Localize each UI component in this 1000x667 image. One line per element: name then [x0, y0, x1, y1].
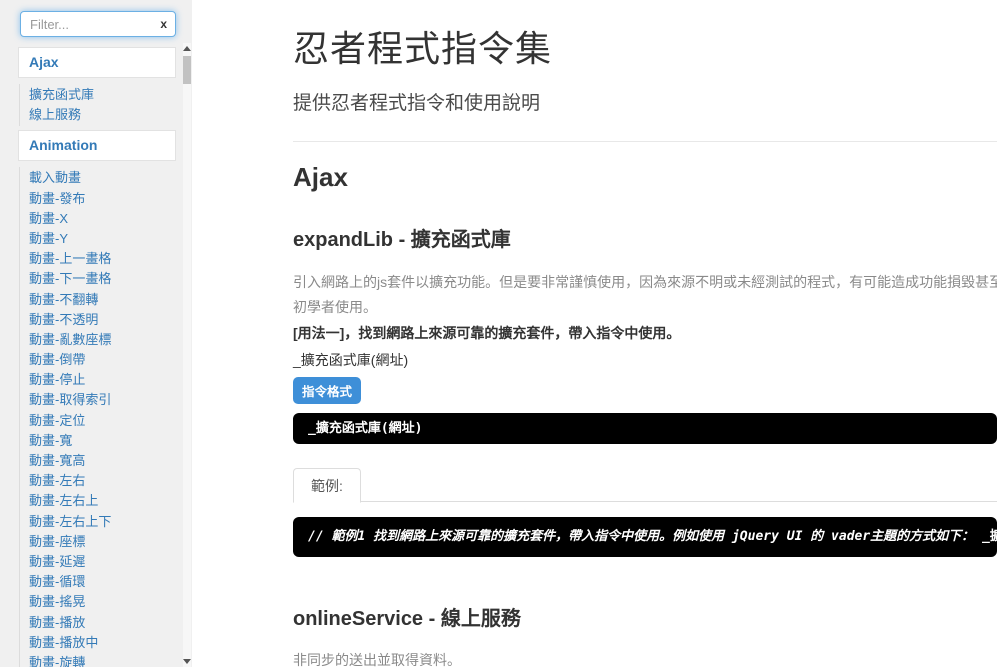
- list-item: 動畫-停止: [20, 370, 182, 390]
- sidebar-link[interactable]: 動畫-寬高: [20, 451, 182, 471]
- sidebar-link[interactable]: 動畫-取得索引: [20, 390, 182, 410]
- sidebar-group-header-animation[interactable]: Animation: [18, 130, 176, 161]
- list-item: 動畫-座標: [20, 532, 182, 552]
- sidebar-link[interactable]: 動畫-播放: [20, 613, 182, 633]
- description-line: 引入網路上的js套件以擴充功能。但是要非常謹慎使用，因為來源不明或未經測試的程式…: [293, 270, 997, 295]
- code-call-prefix: _擴充函式庫(: [982, 529, 997, 544]
- list-item: 動畫-搖晃: [20, 592, 182, 612]
- list-item: 動畫-延遲: [20, 552, 182, 572]
- sidebar-link[interactable]: 動畫-發布: [20, 189, 182, 209]
- expandlib-syntax-text: _擴充函式庫(網址): [293, 351, 997, 369]
- sidebar-group-animation-items: 載入動畫 動畫-發布 動畫-X 動畫-Y 動畫-上一畫格: [19, 167, 182, 667]
- sidebar-link[interactable]: 線上服務: [20, 105, 182, 125]
- sidebar-scrollbar[interactable]: [183, 43, 191, 667]
- sidebar-link[interactable]: 動畫-倒帶: [20, 350, 182, 370]
- sidebar: x Ajax 擴充函式庫 線上服務 Animation 載入動畫: [0, 0, 192, 667]
- list-item: 動畫-播放中: [20, 633, 182, 653]
- sidebar-link[interactable]: 動畫-延遲: [20, 552, 182, 572]
- expandlib-usage-note: [用法一]，找到網路上來源可靠的擴充套件，帶入指令中使用。: [293, 324, 997, 342]
- list-item: 動畫-取得索引: [20, 390, 182, 410]
- tab-example[interactable]: 範例:: [293, 468, 361, 503]
- list-item: 動畫-上一畫格: [20, 249, 182, 269]
- syntax-code-block: _擴充函式庫(網址): [293, 413, 997, 444]
- scroll-up-icon[interactable]: [183, 46, 191, 51]
- list-item: 動畫-寬高: [20, 451, 182, 471]
- list-item: 動畫-發布: [20, 189, 182, 209]
- sidebar-link[interactable]: 動畫-不透明: [20, 310, 182, 330]
- scrollbar-thumb[interactable]: [183, 56, 191, 84]
- list-item: 動畫-倒帶: [20, 350, 182, 370]
- sidebar-link[interactable]: 動畫-搖晃: [20, 592, 182, 612]
- sidebar-link[interactable]: 動畫-不翻轉: [20, 290, 182, 310]
- sidebar-link[interactable]: 動畫-寬: [20, 431, 182, 451]
- sidebar-link[interactable]: 擴充函式庫: [20, 85, 182, 105]
- sidebar-link[interactable]: 動畫-Y: [20, 229, 182, 249]
- list-item: 動畫-左右上下: [20, 512, 182, 532]
- expandlib-description: 引入網路上的js套件以擴充功能。但是要非常謹慎使用，因為來源不明或未經測試的程式…: [293, 270, 997, 320]
- section-heading-onlineservice: onlineService - 線上服務: [293, 602, 997, 631]
- section-heading-ajax: Ajax: [293, 162, 997, 193]
- list-item: 動畫-Y: [20, 229, 182, 249]
- sidebar-link[interactable]: 動畫-X: [20, 209, 182, 229]
- list-item: 動畫-定位: [20, 411, 182, 431]
- sidebar-link[interactable]: 動畫-播放中: [20, 633, 182, 653]
- description-line: 初學者使用。: [293, 295, 997, 320]
- main-content: 忍者程式指令集 提供忍者程式指令和使用說明 Ajax expandLib - 擴…: [192, 0, 1000, 667]
- page-title: 忍者程式指令集: [293, 20, 997, 72]
- filter-clear-button[interactable]: x: [160, 16, 167, 32]
- sidebar-link[interactable]: 動畫-停止: [20, 370, 182, 390]
- list-item: 擴充函式庫: [20, 85, 182, 105]
- sidebar-group-header-ajax[interactable]: Ajax: [18, 47, 176, 78]
- list-item: 動畫-不翻轉: [20, 290, 182, 310]
- list-item: 動畫-寬: [20, 431, 182, 451]
- command-format-badge[interactable]: 指令格式: [293, 377, 361, 404]
- sidebar-link[interactable]: 動畫-下一畫格: [20, 269, 182, 289]
- list-item: 動畫-下一畫格: [20, 269, 182, 289]
- scroll-down-icon[interactable]: [183, 659, 191, 664]
- filter-wrap: x: [20, 11, 176, 37]
- sidebar-link[interactable]: 動畫-左右上下: [20, 512, 182, 532]
- sidebar-link[interactable]: 載入動畫: [20, 168, 182, 188]
- filter-input[interactable]: [20, 11, 176, 37]
- sidebar-nav-list: Ajax 擴充函式庫 線上服務 Animation 載入動畫 動畫-發布: [0, 43, 182, 667]
- list-item: 動畫-播放: [20, 613, 182, 633]
- list-item: 動畫-X: [20, 209, 182, 229]
- section-heading-expandlib: expandLib - 擴充函式庫: [293, 223, 997, 252]
- list-item: 動畫-左右: [20, 471, 182, 491]
- code-text: _擴充函式庫(網址): [308, 421, 422, 436]
- list-item: 線上服務: [20, 105, 182, 125]
- list-item: 動畫-不透明: [20, 310, 182, 330]
- sidebar-link[interactable]: 動畫-座標: [20, 532, 182, 552]
- list-item: 動畫-旋轉: [20, 653, 182, 667]
- sidebar-link[interactable]: 動畫-左右上: [20, 491, 182, 511]
- sidebar-link[interactable]: 動畫-上一畫格: [20, 249, 182, 269]
- list-item: 載入動畫: [20, 168, 182, 188]
- list-item: 動畫-左右上: [20, 491, 182, 511]
- sidebar-link[interactable]: 動畫-左右: [20, 471, 182, 491]
- list-item: 動畫-亂數座標: [20, 330, 182, 350]
- sidebar-link[interactable]: 動畫-旋轉: [20, 653, 182, 667]
- sidebar-group-ajax-items: 擴充函式庫 線上服務: [19, 84, 182, 126]
- list-item: 動畫-循環: [20, 572, 182, 592]
- onlineservice-description: 非同步的送出並取得資料。: [293, 651, 997, 667]
- sidebar-link[interactable]: 動畫-定位: [20, 411, 182, 431]
- code-comment: // 範例1 找到網路上來源可靠的擴充套件，帶入指令中使用。例如使用 jQuer…: [308, 529, 974, 544]
- example-tab-row: 範例:: [293, 467, 997, 502]
- sidebar-link[interactable]: 動畫-循環: [20, 572, 182, 592]
- example-code-block: // 範例1 找到網路上來源可靠的擴充套件，帶入指令中使用。例如使用 jQuer…: [293, 517, 997, 557]
- page-subtitle: 提供忍者程式指令和使用說明: [293, 88, 997, 115]
- sidebar-link[interactable]: 動畫-亂數座標: [20, 330, 182, 350]
- page-header: 忍者程式指令集 提供忍者程式指令和使用說明: [293, 20, 997, 142]
